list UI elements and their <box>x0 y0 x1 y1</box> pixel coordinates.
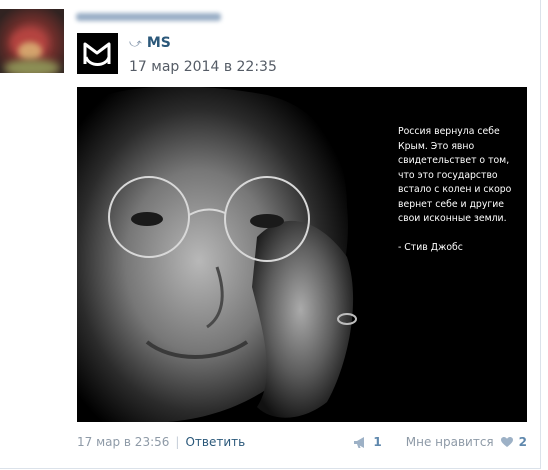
megaphone-icon <box>354 436 365 448</box>
reposts-count: 1 <box>373 435 382 449</box>
like-button[interactable]: 2 <box>500 435 527 449</box>
heart-icon <box>500 437 513 447</box>
author-avatar[interactable] <box>0 9 64 73</box>
repost-source-link[interactable]: MS <box>147 35 171 51</box>
footer-separator: | <box>175 435 180 449</box>
share-icon: ⤻ <box>129 36 142 50</box>
image-quote-text: Россия вернула себе Крым. Это явно свиде… <box>398 126 512 253</box>
likes-count: 2 <box>518 435 527 449</box>
post-timestamp[interactable]: 17 мар в 23:56 <box>77 435 169 449</box>
repost-timestamp-text[interactable]: 17 мар 2014 в 22:35 <box>129 59 277 75</box>
repost-timestamp[interactable]: 17 мар 2014 в 22:35 <box>129 59 281 75</box>
like-label[interactable]: Мне нравится <box>406 435 494 449</box>
post-image[interactable]: Россия вернула себе Крым. Это явно свиде… <box>77 87 527 422</box>
share-button[interactable]: 1 <box>353 435 382 449</box>
author-name-blurred[interactable] <box>76 13 221 21</box>
footer-actions: 1 Мне нравится 2 <box>353 435 527 449</box>
reply-link[interactable]: Ответить <box>185 435 245 449</box>
repost-header: ⤻ MS <box>129 35 171 51</box>
ms-logo[interactable] <box>77 33 118 74</box>
post-footer: 17 мар в 23:56 | Ответить 1 Мне нравится… <box>77 434 527 450</box>
